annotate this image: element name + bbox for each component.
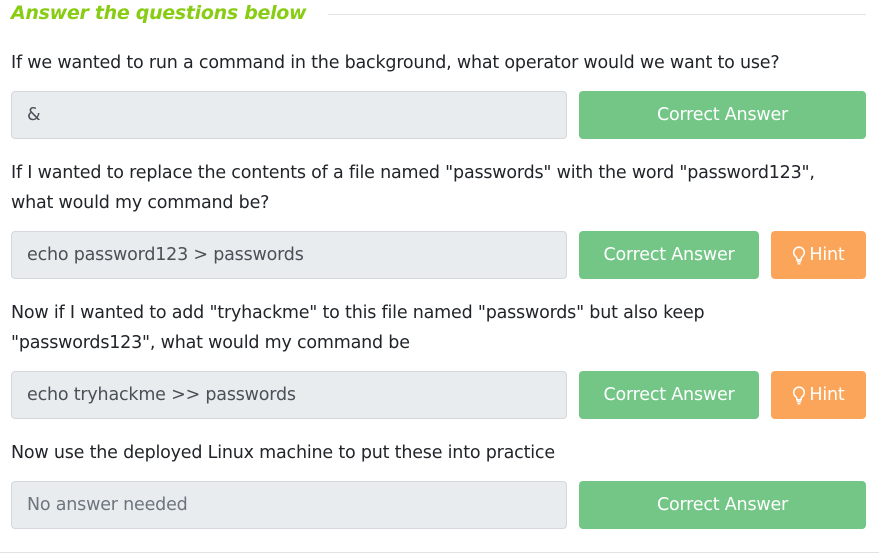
question-1-answer-row: & Correct Answer <box>11 91 866 139</box>
question-4-answer-row: No answer needed Correct Answer <box>11 481 866 529</box>
question-3-correct-answer-button[interactable]: Correct Answer <box>579 371 759 419</box>
question-3-text: Now if I wanted to add "tryhackme" to th… <box>11 298 866 358</box>
question-3-line-1: Now if I wanted to add "tryhackme" to th… <box>11 303 705 323</box>
question-1-answer-field[interactable]: & <box>11 91 567 139</box>
question-1-line-1: If we wanted to run a command in the bac… <box>11 53 780 73</box>
question-3-answer-row: echo tryhackme >> passwords Correct Answ… <box>11 371 866 419</box>
question-3-line-2: "passwords123", what would my command be <box>11 333 410 353</box>
lightbulb-icon <box>792 245 806 265</box>
lightbulb-icon <box>792 385 806 405</box>
question-4-correct-answer-button[interactable]: Correct Answer <box>579 481 866 529</box>
question-3-hint-button[interactable]: Hint <box>771 371 866 419</box>
question-2-answer-row: echo password123 > passwords Correct Ans… <box>11 231 866 279</box>
question-3-hint-label: Hint <box>809 385 845 405</box>
bottom-divider <box>0 552 879 553</box>
section-title: Answer the questions below <box>11 2 307 24</box>
question-4-text: Now use the deployed Linux machine to pu… <box>11 438 866 468</box>
question-2-line-1: If I wanted to replace the contents of a… <box>11 163 815 183</box>
question-4-line-1: Now use the deployed Linux machine to pu… <box>11 443 555 463</box>
question-4-answer-field[interactable]: No answer needed <box>11 481 567 529</box>
question-2-hint-button[interactable]: Hint <box>771 231 866 279</box>
question-2-correct-answer-button[interactable]: Correct Answer <box>579 231 759 279</box>
question-1-text: If we wanted to run a command in the bac… <box>11 48 866 78</box>
question-1-correct-answer-button[interactable]: Correct Answer <box>579 91 866 139</box>
question-2-answer-field[interactable]: echo password123 > passwords <box>11 231 567 279</box>
question-2-line-2: what would my command be? <box>11 193 270 213</box>
question-2-text: If I wanted to replace the contents of a… <box>11 158 866 218</box>
section-divider <box>328 13 866 15</box>
question-2-hint-label: Hint <box>809 245 845 265</box>
question-3-answer-field[interactable]: echo tryhackme >> passwords <box>11 371 567 419</box>
section-header: Answer the questions below <box>11 0 866 26</box>
